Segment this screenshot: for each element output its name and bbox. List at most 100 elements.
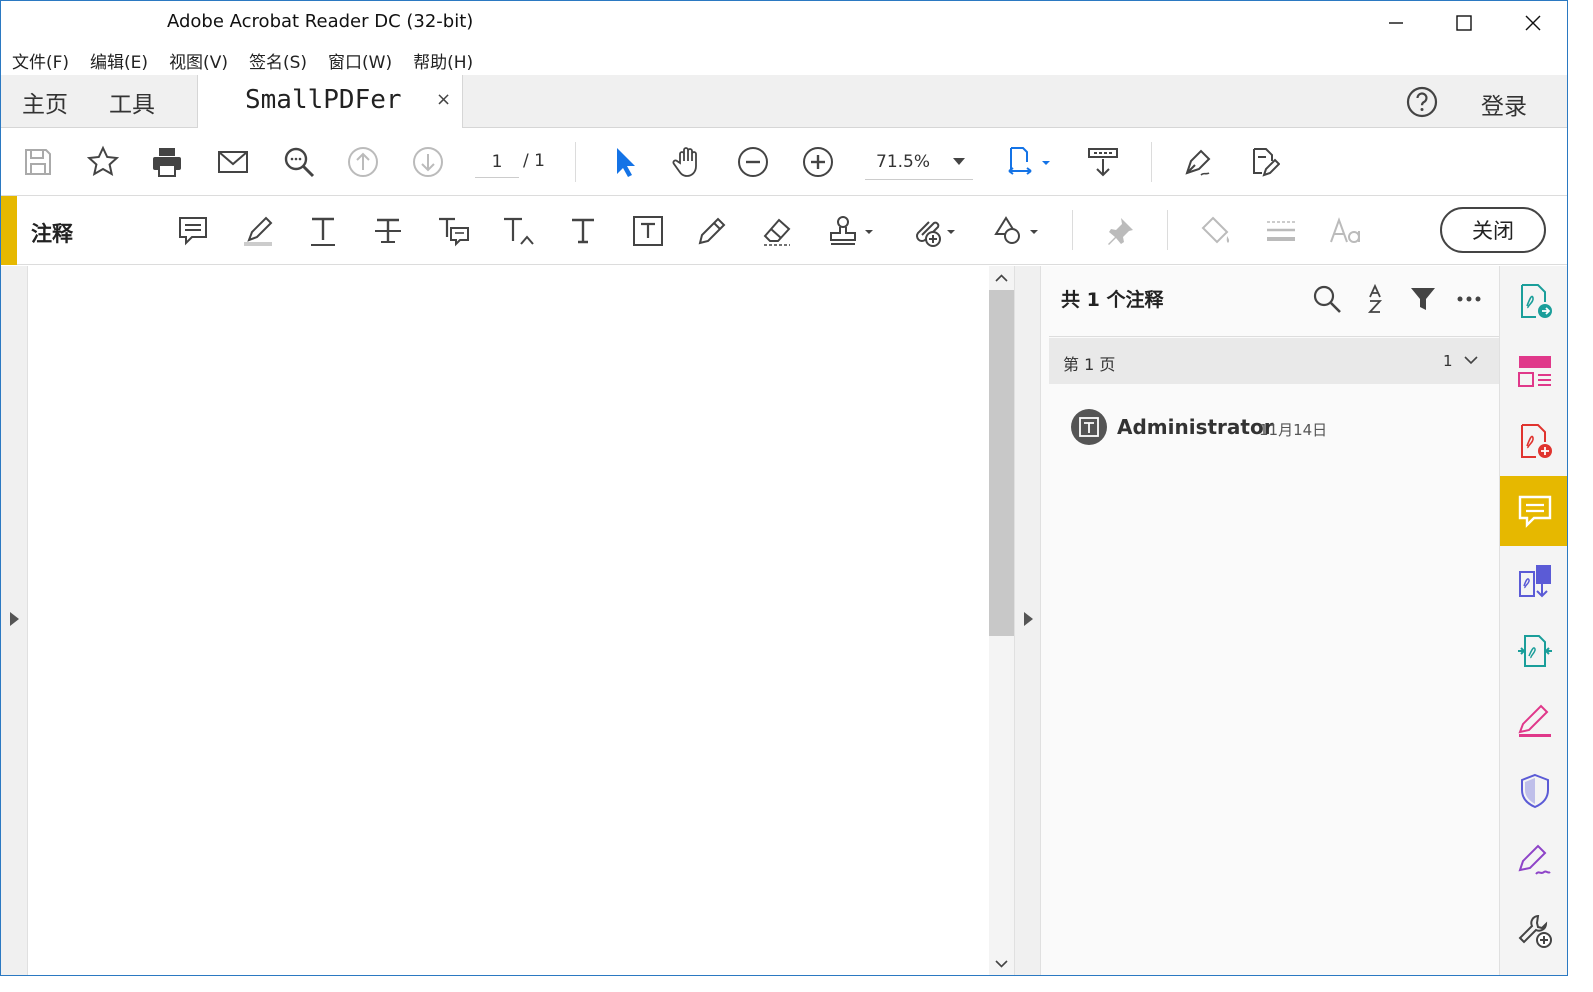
zoom-select[interactable]: 71.5% <box>865 146 973 180</box>
right-panel-collapse-strip[interactable] <box>1014 266 1041 975</box>
bookmark-button[interactable] <box>83 142 123 182</box>
replace-text-button[interactable] <box>433 211 473 251</box>
expand-left-panel-icon[interactable] <box>10 612 19 626</box>
chevron-down-icon[interactable] <box>1463 352 1479 368</box>
acrobat-window: Adobe Acrobat Reader DC (32-bit) 文件(F) 编… <box>0 0 1568 976</box>
arrow-up-circle-icon <box>348 147 378 177</box>
scrollbar-thumb[interactable] <box>989 290 1014 636</box>
collapse-right-panel-icon[interactable] <box>1024 612 1033 626</box>
menu-edit[interactable]: 编辑(E) <box>90 48 148 73</box>
line-style-button[interactable] <box>1261 211 1301 251</box>
menu-file[interactable]: 文件(F) <box>12 48 69 73</box>
fill-color-button[interactable] <box>1196 211 1236 251</box>
vertical-scrollbar[interactable] <box>989 266 1014 975</box>
scroll-up-icon[interactable] <box>995 272 1008 285</box>
filter-comments-button[interactable] <box>1406 282 1440 316</box>
tab-document[interactable]: SmallPDFer × <box>197 75 463 129</box>
attach-file-button[interactable] <box>906 211 958 251</box>
menu-window[interactable]: 窗口(W) <box>328 48 392 73</box>
underline-text-button[interactable] <box>303 211 343 251</box>
scroll-mode-button[interactable] <box>1083 142 1123 182</box>
page-fit-button[interactable] <box>1001 142 1057 182</box>
edit-pdf-button[interactable] <box>1243 142 1283 182</box>
document-view[interactable] <box>28 266 989 975</box>
document-tab-label: SmallPDFer <box>245 85 402 115</box>
comment-avatar <box>1071 409 1107 445</box>
maximize-button[interactable] <box>1430 1 1498 45</box>
comment-count: 共 1 个注释 <box>1061 289 1164 311</box>
find-button[interactable] <box>279 142 319 182</box>
minimize-icon <box>1389 22 1403 24</box>
toolbar-divider <box>1151 142 1152 182</box>
arrow-down-circle-icon <box>413 147 443 177</box>
fill-sign-button[interactable] <box>1178 142 1218 182</box>
zoom-out-button[interactable] <box>733 142 773 182</box>
stamp-button[interactable] <box>824 211 876 251</box>
rail-protect[interactable] <box>1500 756 1567 826</box>
search-icon <box>1313 285 1341 313</box>
rail-comment[interactable] <box>1500 476 1567 546</box>
select-tool-button[interactable] <box>604 142 644 182</box>
minimize-button[interactable] <box>1362 1 1430 45</box>
eraser-icon <box>763 218 791 246</box>
more-options-button[interactable] <box>1452 282 1486 316</box>
login-link[interactable]: 登录 <box>1481 87 1527 121</box>
sticky-note-button[interactable] <box>173 211 213 251</box>
close-tab-button[interactable]: × <box>436 89 451 110</box>
save-button[interactable] <box>18 142 58 182</box>
highlight-button[interactable] <box>238 211 278 251</box>
search-comments-button[interactable] <box>1310 282 1344 316</box>
eraser-button[interactable] <box>757 211 797 251</box>
filter-funnel-icon <box>1411 288 1435 310</box>
pencil-icon <box>698 217 726 245</box>
comment-toolbar: 注释 关闭 <box>1 196 1567 265</box>
pin-button[interactable] <box>1100 211 1140 251</box>
next-page-button[interactable] <box>408 142 448 182</box>
export-pdf-icon <box>1521 284 1552 318</box>
close-window-button[interactable] <box>1499 1 1567 45</box>
search-icon <box>284 147 315 178</box>
tab-home[interactable]: 主页 <box>22 85 68 119</box>
comments-panel: 共 1 个注释 第 1 页 1 Administrator 11月14日 <box>1041 266 1499 975</box>
sort-comments-button[interactable] <box>1358 282 1392 316</box>
star-icon <box>86 145 120 176</box>
rail-compress-pdf[interactable] <box>1500 616 1567 686</box>
insert-text-button[interactable] <box>498 211 538 251</box>
menu-help[interactable]: 帮助(H) <box>413 48 473 73</box>
shapes-button[interactable] <box>989 211 1041 251</box>
page-number-input[interactable]: 1 <box>475 148 519 178</box>
maximize-icon <box>1456 15 1472 31</box>
rail-create-pdf[interactable] <box>1500 406 1567 476</box>
add-text-button[interactable] <box>563 211 603 251</box>
left-panel-toggle-strip[interactable] <box>1 266 28 975</box>
page-group-header[interactable]: 第 1 页 1 <box>1049 338 1499 384</box>
protect-icon <box>1521 773 1549 809</box>
organize-pages-icon <box>1518 356 1551 387</box>
scroll-down-icon[interactable] <box>995 957 1008 970</box>
menu-view[interactable]: 视图(V) <box>169 48 228 73</box>
rail-export-pdf[interactable] <box>1500 266 1567 336</box>
insert-text-icon <box>504 217 534 245</box>
rail-more-tools[interactable] <box>1500 896 1567 966</box>
help-icon[interactable] <box>1405 85 1439 119</box>
rail-request-signature[interactable] <box>1500 826 1567 896</box>
tab-tools[interactable]: 工具 <box>109 85 155 119</box>
hand-tool-button[interactable] <box>668 142 708 182</box>
close-comment-tool-button[interactable]: 关闭 <box>1440 207 1546 253</box>
zoom-in-button[interactable] <box>798 142 838 182</box>
font-style-button[interactable] <box>1326 211 1366 251</box>
rail-fill-sign[interactable] <box>1500 686 1567 756</box>
menu-sign[interactable]: 签名(S) <box>249 48 307 73</box>
text-box-button[interactable] <box>628 211 668 251</box>
rail-combine-files[interactable] <box>1500 546 1567 616</box>
toolbar-divider <box>1072 210 1073 250</box>
comment-item[interactable]: Administrator 11月14日 <box>1071 409 1491 449</box>
draw-button[interactable] <box>692 211 732 251</box>
print-button[interactable] <box>147 142 187 182</box>
email-button[interactable] <box>213 142 253 182</box>
previous-page-button[interactable] <box>343 142 383 182</box>
page-group-label: 第 1 页 <box>1063 355 1116 374</box>
rail-organize-pages[interactable] <box>1500 336 1567 406</box>
menu-bar: 文件(F) 编辑(E) 视图(V) 签名(S) 窗口(W) 帮助(H) <box>1 45 1567 75</box>
strikethrough-button[interactable] <box>368 211 408 251</box>
